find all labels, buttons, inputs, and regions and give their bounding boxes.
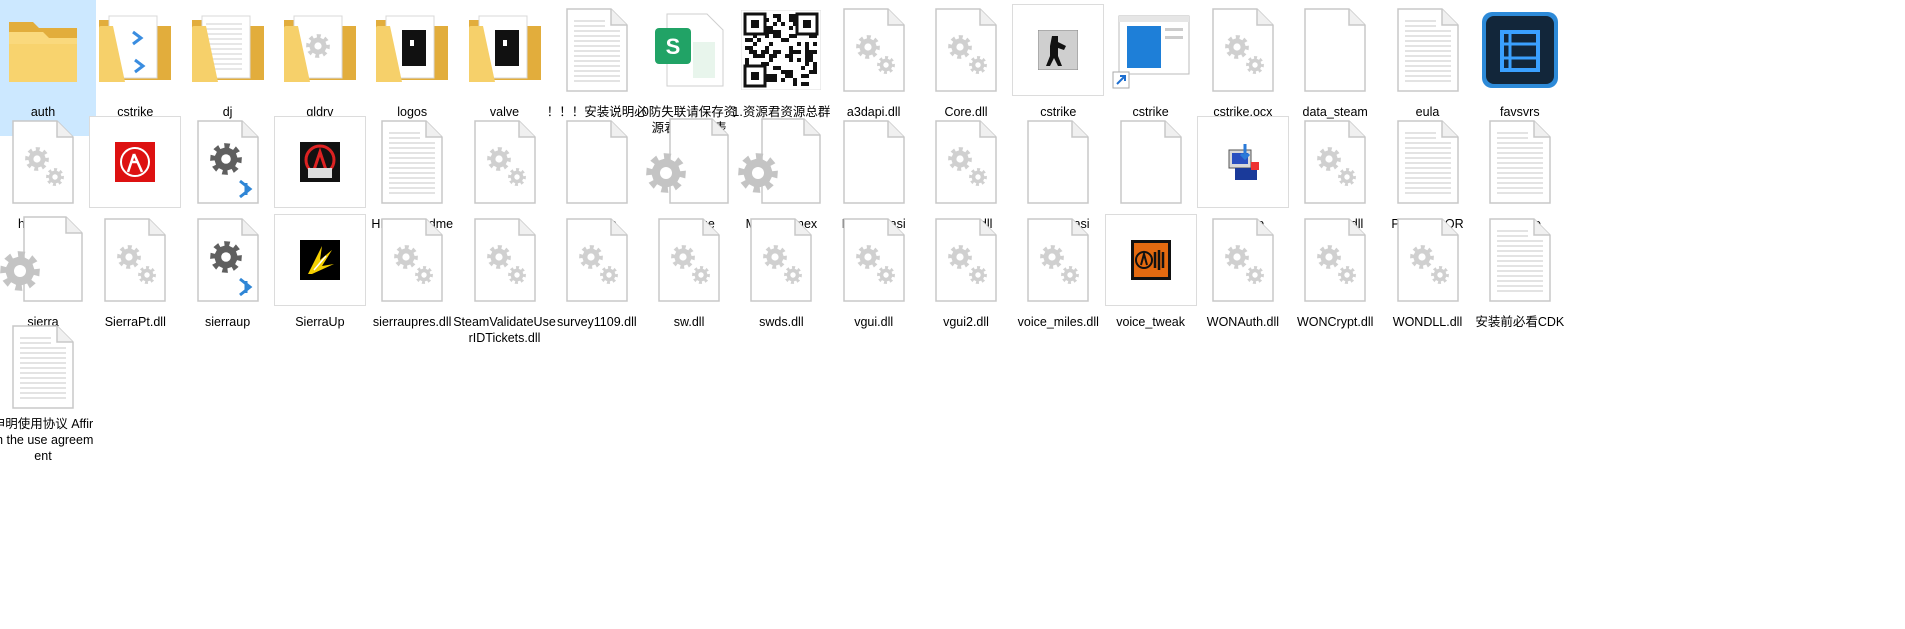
svg-text:S: S xyxy=(666,34,681,59)
folder-black-icon xyxy=(457,2,553,98)
text-file-icon xyxy=(1380,2,1476,98)
file-label: vgui.dll xyxy=(854,315,894,329)
text-file-icon xyxy=(1472,212,1568,308)
file-item[interactable]: WONDLL.dll xyxy=(1375,210,1481,346)
sierra-icon xyxy=(272,212,368,308)
file-item[interactable]: vgui2.dll xyxy=(913,210,1019,346)
voice-tweak-icon xyxy=(1103,212,1199,308)
file-label: 安装前必看CDK xyxy=(1475,315,1565,329)
file-item[interactable]: 安装前必看CDK xyxy=(1467,210,1573,346)
file-label: SierraPt.dll xyxy=(104,315,166,329)
dll-file-icon xyxy=(826,212,922,308)
file-item[interactable]: WONAuth.dll xyxy=(1190,210,1296,346)
folder-gear-icon xyxy=(272,2,368,98)
window-shortcut-icon xyxy=(1103,2,1199,98)
dll-file-icon xyxy=(87,212,183,308)
file-item[interactable]: swds.dll xyxy=(728,210,834,346)
file-item[interactable]: SierraUp xyxy=(267,210,373,346)
file-label: WONCrypt.dll xyxy=(1296,315,1374,329)
file-label: SierraUp xyxy=(295,315,345,329)
dll-file-icon xyxy=(457,114,553,210)
folder-black-icon xyxy=(364,2,460,98)
dll-file-icon xyxy=(918,212,1014,308)
file-label: WONAuth.dll xyxy=(1206,315,1280,329)
file-item[interactable]: voice_miles.dll xyxy=(1005,210,1111,346)
dll-file-icon xyxy=(1380,212,1476,308)
file-label: 申明使用协议 Affirm the use agreement xyxy=(0,417,94,463)
vscode-gear-file-icon xyxy=(180,212,276,308)
folder-doc-icon xyxy=(180,2,276,98)
blank-file-icon xyxy=(549,114,645,210)
file-item[interactable]: 申明使用协议 Affirm the use agreement xyxy=(0,322,96,463)
vscode-gear-file-icon xyxy=(180,114,276,210)
dll-file-icon xyxy=(1287,114,1383,210)
dll-file-icon xyxy=(1195,212,1291,308)
blank-file-icon xyxy=(1287,2,1383,98)
blank-file-icon xyxy=(826,114,922,210)
settings-file-icon xyxy=(0,212,91,308)
dll-file-icon xyxy=(641,212,737,308)
settings-file-icon xyxy=(641,114,737,210)
dll-file-icon xyxy=(549,212,645,308)
folder-vscode-icon xyxy=(87,2,183,98)
text-file-icon xyxy=(0,324,91,410)
file-item[interactable]: sierraup xyxy=(175,210,281,346)
file-item[interactable]: sw.dll xyxy=(636,210,742,346)
blank-file-icon xyxy=(1010,114,1106,210)
file-item[interactable]: WONCrypt.dll xyxy=(1282,210,1388,346)
file-label: SteamValidateUserIDTickets.dll xyxy=(453,315,556,345)
dll-file-icon xyxy=(1010,212,1106,308)
dll-file-icon xyxy=(918,2,1014,98)
dll-file-icon xyxy=(918,114,1014,210)
settings-file-icon xyxy=(733,114,829,210)
file-label: sierraup xyxy=(205,315,251,329)
file-label: WONDLL.dll xyxy=(1392,315,1463,329)
hltv-icon xyxy=(272,114,368,210)
text-file-icon xyxy=(1380,114,1476,210)
text-file-icon xyxy=(549,2,645,98)
file-item[interactable]: vgui.dll xyxy=(821,210,927,346)
video-file-icon xyxy=(1472,2,1568,98)
file-label: sierraupres.dll xyxy=(372,315,452,329)
qr-code-icon xyxy=(733,2,829,98)
file-item[interactable]: sierraupres.dll xyxy=(359,210,465,346)
file-label: survey1109.dll xyxy=(556,315,637,329)
dll-file-icon xyxy=(0,114,91,210)
file-label: sw.dll xyxy=(673,315,705,329)
spreadsheet-icon: S xyxy=(641,2,737,98)
file-item[interactable]: survey1109.dll xyxy=(544,210,650,346)
file-label: vgui2.dll xyxy=(943,315,989,329)
file-label: swds.dll xyxy=(759,315,804,329)
text-file-icon xyxy=(1472,114,1568,210)
dll-file-icon xyxy=(1195,2,1291,98)
counter-strike-icon xyxy=(1010,2,1106,98)
file-item[interactable]: SierraPt.dll xyxy=(82,210,188,346)
dll-file-icon xyxy=(364,212,460,308)
blank-file-icon xyxy=(1103,114,1199,210)
file-icon-grid: auth cstrike dj gldrv logos valve ！！！安装说… xyxy=(0,0,1905,629)
file-item[interactable]: voice_tweak xyxy=(1098,210,1204,346)
dll-file-icon xyxy=(826,2,922,98)
dll-file-icon xyxy=(457,212,553,308)
file-label: voice_miles.dll xyxy=(1017,315,1099,329)
half-life-icon xyxy=(87,114,183,210)
installer-icon xyxy=(1195,114,1291,210)
dll-file-icon xyxy=(1287,212,1383,308)
file-item[interactable]: SteamValidateUserIDTickets.dll xyxy=(452,210,558,346)
file-label: voice_tweak xyxy=(1116,315,1185,329)
text-file-icon xyxy=(364,114,460,210)
dll-file-icon xyxy=(733,212,829,308)
folder-icon xyxy=(0,2,91,98)
